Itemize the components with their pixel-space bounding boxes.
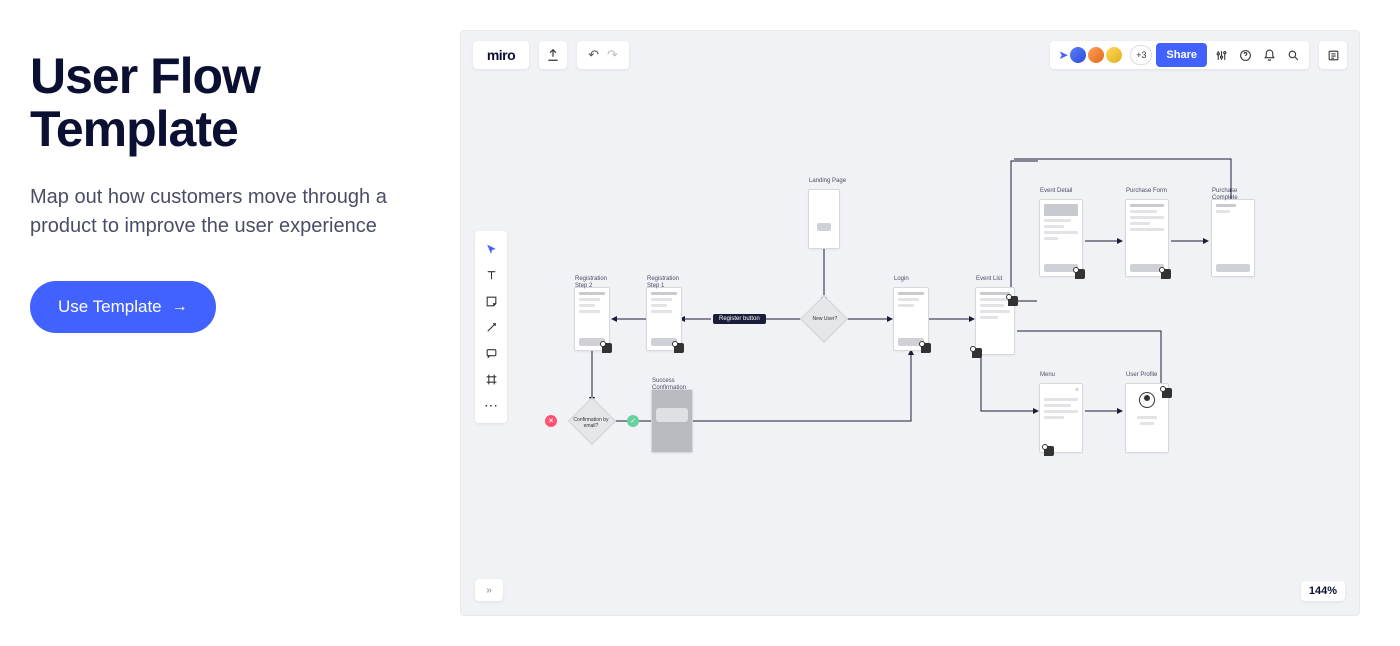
node-registration-step-1[interactable]: Registration Step 1: [646, 287, 682, 351]
node-registration-step-2[interactable]: Registration Step 2: [574, 287, 610, 351]
outcome-yes-icon: ✓: [627, 415, 639, 427]
node-label: Landing Page: [809, 178, 846, 185]
node-label: Event List: [976, 276, 1002, 283]
node-purchase-form[interactable]: Purchase Form: [1125, 199, 1169, 277]
node-label: Login: [894, 276, 909, 283]
marketing-panel: User Flow Template Map out how customers…: [0, 0, 460, 646]
arrow-right-icon: →: [172, 298, 188, 316]
node-user-profile[interactable]: User Profile: [1125, 383, 1169, 453]
node-purchase-complete[interactable]: Purchase Complete: [1211, 199, 1255, 277]
node-event-detail[interactable]: Event Detail: [1039, 199, 1083, 277]
node-label: Registration Step 2: [575, 276, 607, 289]
outcome-no-icon: ✕: [545, 415, 557, 427]
node-label: Confirmation by email?: [571, 418, 611, 429]
node-label: Event Detail: [1040, 188, 1072, 195]
node-label: User Profile: [1126, 372, 1157, 379]
node-login[interactable]: Login: [893, 287, 929, 351]
node-label: Success Confirmation: [652, 378, 686, 391]
diagram-canvas[interactable]: Landing Page Registration Step 2 Registr…: [461, 31, 1359, 615]
page-title: User Flow Template: [30, 50, 420, 155]
node-label: Purchase Form: [1126, 188, 1167, 195]
node-label: Registration Step 1: [647, 276, 679, 289]
node-label: Purchase Complete: [1212, 188, 1238, 201]
use-template-button[interactable]: Use Template →: [30, 281, 216, 333]
node-label: New User?: [805, 317, 845, 323]
node-register-button-pill[interactable]: Register button: [713, 314, 766, 324]
miro-board-preview: miro ↶ ↷ ➤ +3 Share: [460, 30, 1360, 616]
node-label: Menu: [1040, 372, 1055, 379]
node-confirmation-decision[interactable]: Confirmation by email?: [568, 397, 616, 445]
user-icon: [1139, 392, 1155, 408]
close-icon: ×: [1075, 387, 1079, 394]
node-success-confirmation[interactable]: Success Confirmation: [651, 389, 693, 453]
page-subtitle: Map out how customers move through a pro…: [30, 183, 420, 241]
node-new-user-decision[interactable]: New User?: [800, 295, 848, 343]
node-event-list[interactable]: Event List: [975, 287, 1015, 355]
cta-label: Use Template: [58, 297, 162, 317]
node-menu[interactable]: Menu ×: [1039, 383, 1083, 453]
node-landing-page[interactable]: Landing Page: [808, 189, 840, 249]
